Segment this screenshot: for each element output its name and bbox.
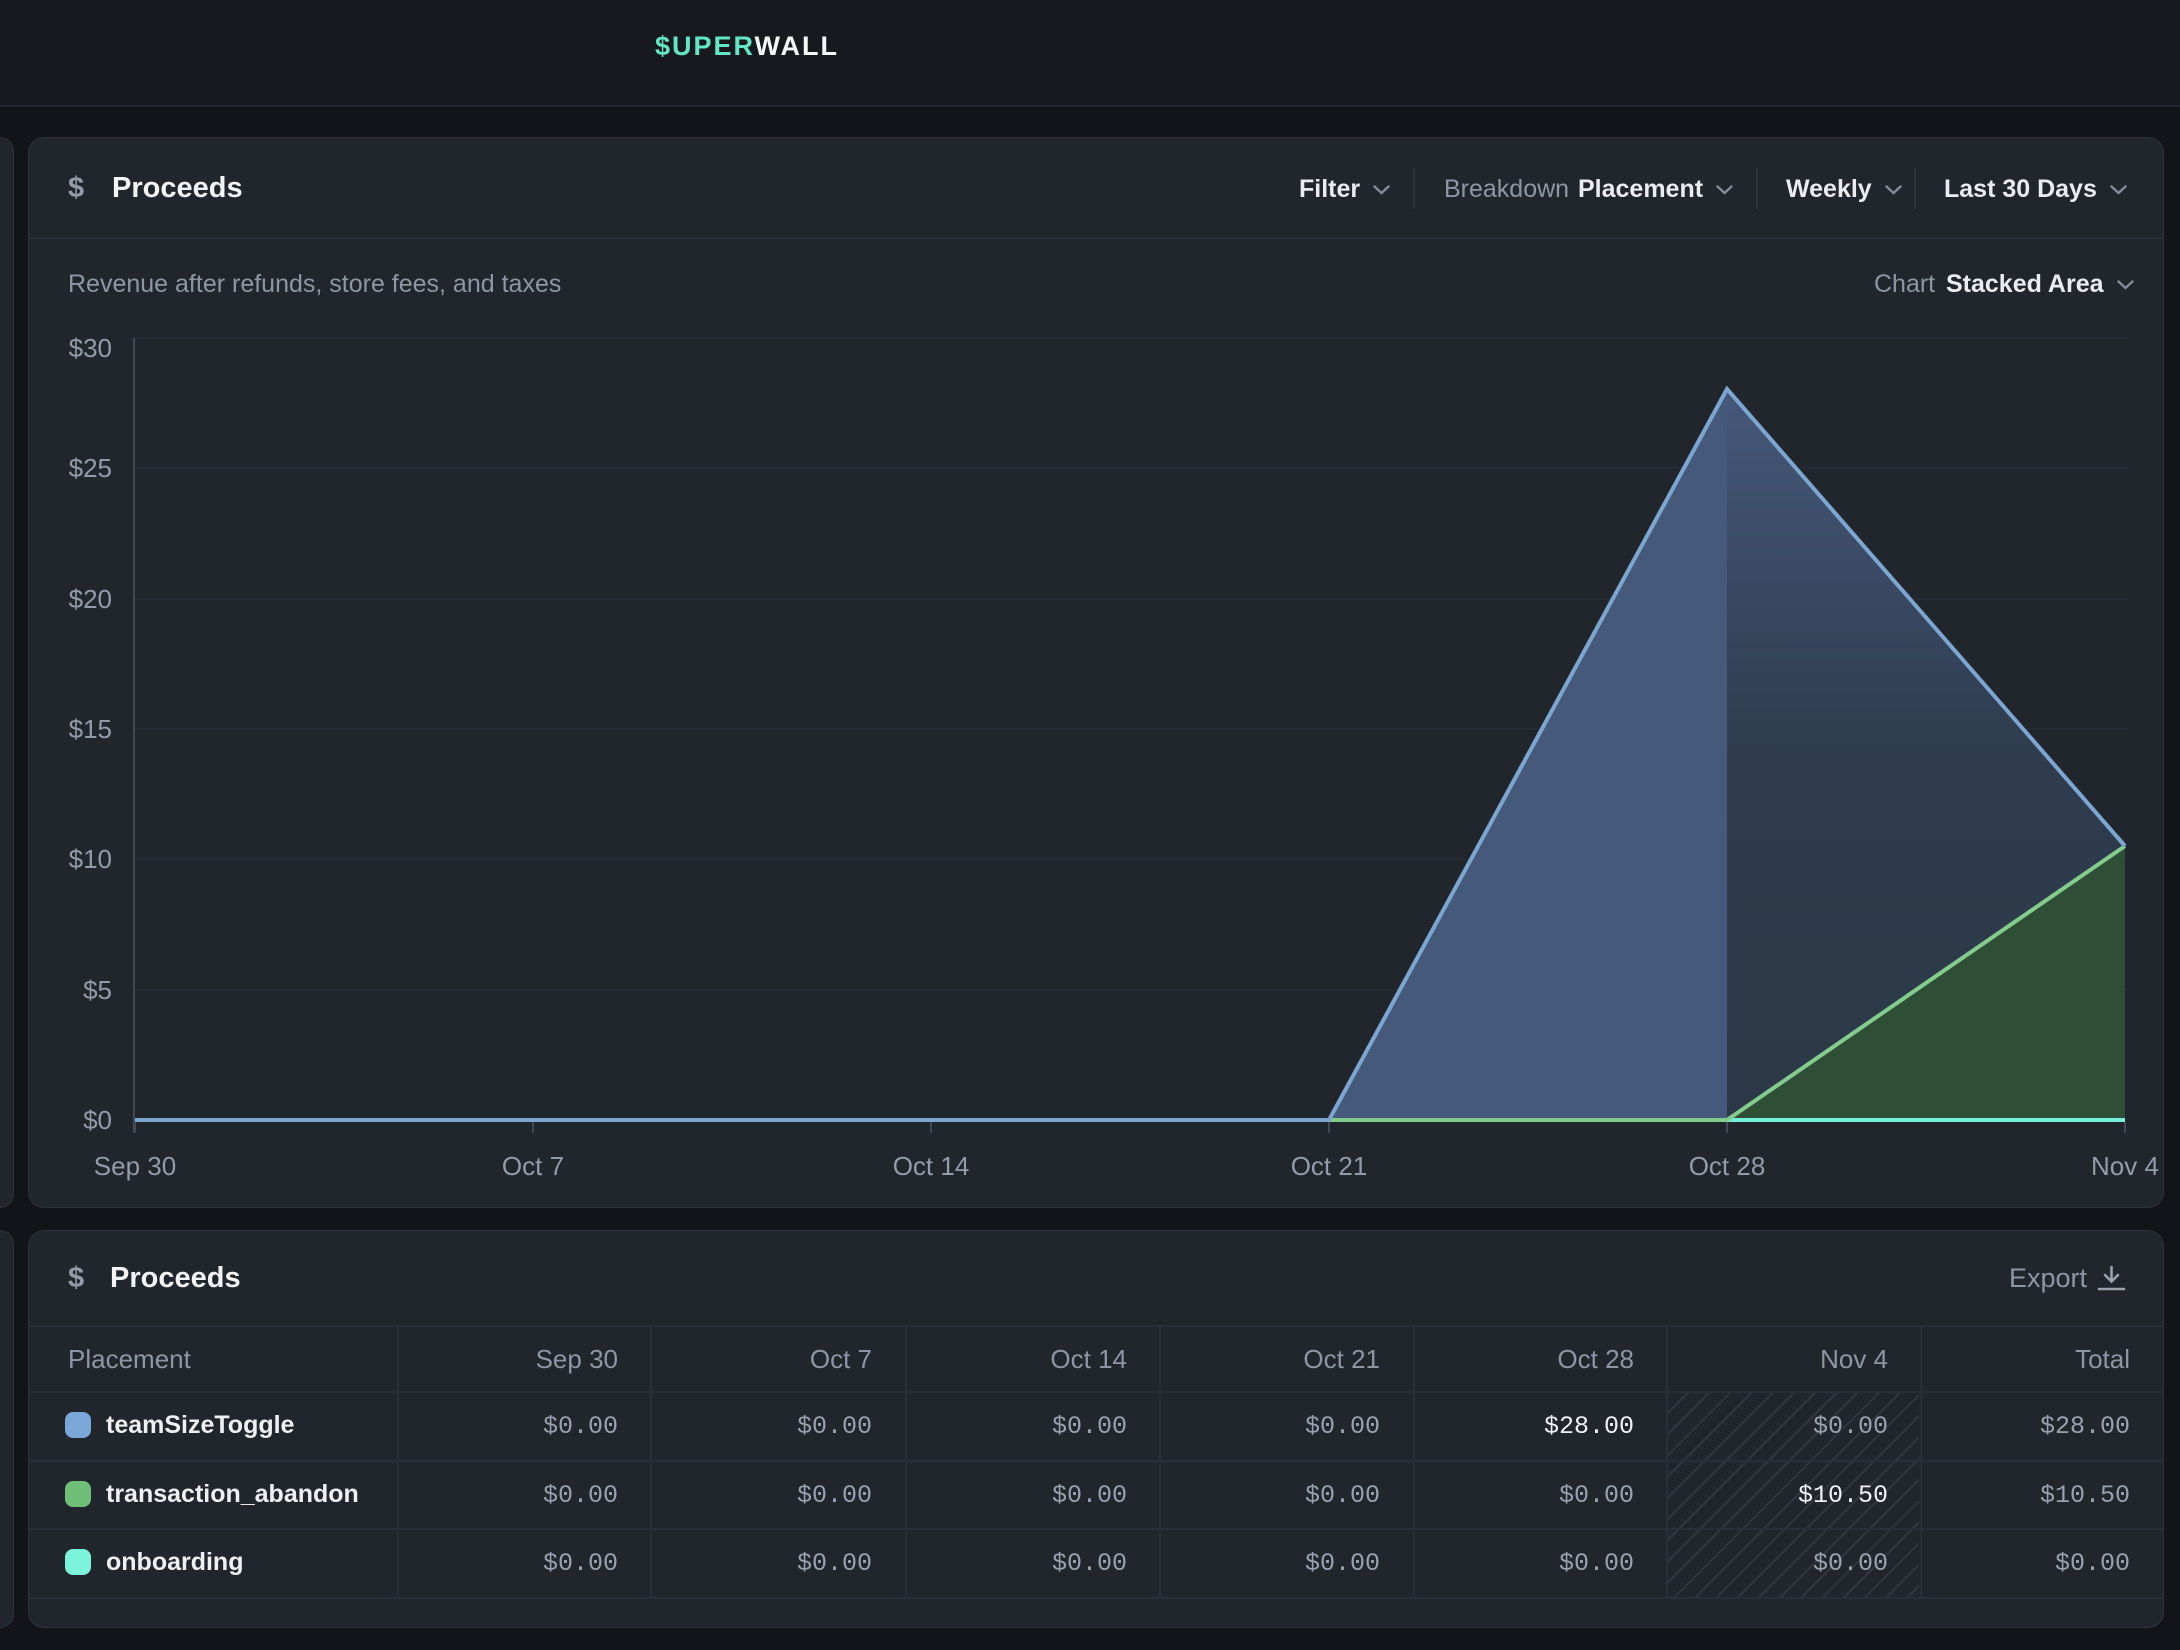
svg-text:$5: $5 bbox=[83, 975, 112, 1005]
svg-text:Sep 30: Sep 30 bbox=[94, 1151, 176, 1181]
svg-text:Oct 14: Oct 14 bbox=[893, 1151, 970, 1181]
svg-text:$30: $30 bbox=[69, 333, 112, 363]
svg-text:Nov 4: Nov 4 bbox=[2091, 1151, 2159, 1181]
svg-text:$0: $0 bbox=[83, 1105, 112, 1135]
svg-text:Oct 28: Oct 28 bbox=[1689, 1151, 1766, 1181]
svg-text:$20: $20 bbox=[69, 584, 112, 614]
svg-text:$10: $10 bbox=[69, 844, 112, 874]
svg-text:Oct 21: Oct 21 bbox=[1291, 1151, 1368, 1181]
svg-text:$25: $25 bbox=[69, 453, 112, 483]
svg-text:Oct 7: Oct 7 bbox=[502, 1151, 564, 1181]
svg-text:$15: $15 bbox=[69, 714, 112, 744]
